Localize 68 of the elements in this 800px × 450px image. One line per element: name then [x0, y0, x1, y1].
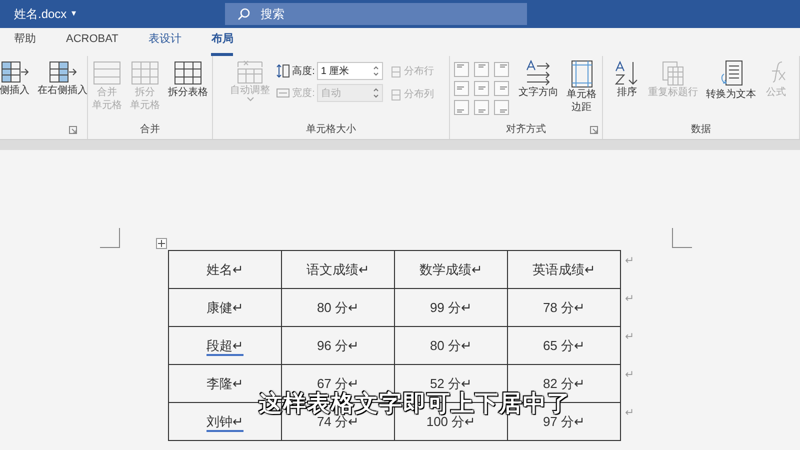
dialog-launcher-icon[interactable] [590, 126, 598, 134]
crop-mark-icon [100, 228, 120, 248]
field-label: 宽度: [292, 86, 315, 100]
table-cell: 段超↵ [169, 327, 282, 365]
distribute-icon [390, 66, 401, 78]
dialog-launcher-icon[interactable] [69, 126, 77, 134]
table-move-handle-icon[interactable] [156, 238, 167, 249]
align-cell-icon[interactable] [454, 81, 468, 96]
align-cell-icon[interactable] [494, 62, 508, 77]
end-of-row-mark: ↵ [625, 368, 634, 383]
search-field[interactable]: 搜索 [224, 3, 527, 25]
table-grid-icon [174, 60, 202, 86]
align-cell-icon[interactable] [454, 62, 468, 77]
table-cell: 语文成绩↵ [282, 251, 395, 289]
table-cell: 80 分↵ [395, 327, 508, 365]
field-label: 高度: [292, 64, 315, 78]
table-cell: 姓名↵ [169, 251, 282, 289]
table-autofit-icon [236, 60, 264, 84]
end-of-row-mark: ↵ [625, 254, 634, 269]
align-cell-icon[interactable] [494, 100, 508, 115]
align-cell-icon[interactable] [454, 100, 468, 115]
ribbon-tab[interactable]: 帮助 [14, 30, 36, 56]
row-height-icon [276, 64, 290, 78]
sort-icon [614, 60, 640, 86]
distribute-icon [390, 88, 401, 100]
spinner-arrows-icon [372, 87, 379, 99]
table-cell: 78 分↵ [508, 289, 621, 327]
document-title: 姓名.docx [14, 6, 67, 23]
insert-column-icon [48, 60, 76, 84]
crop-mark-icon [672, 228, 692, 248]
repeat-header-icon [661, 60, 685, 86]
end-of-row-mark: ↵ [625, 406, 634, 421]
spinner-field[interactable]: 1 厘米 [316, 62, 383, 80]
table-cell: 80 分↵ [282, 289, 395, 327]
group-label: 合并 [140, 122, 160, 136]
ribbon-tab[interactable]: ACROBAT [66, 30, 118, 56]
cell-margins-icon [570, 60, 594, 88]
insert-column-icon [0, 60, 28, 84]
table-cell: 65 分↵ [508, 327, 621, 365]
align-cell-icon[interactable] [474, 100, 488, 115]
table-cell: 99 分↵ [395, 289, 508, 327]
column-width-icon [276, 86, 290, 100]
ribbon-button[interactable]: 单元格 边距 [564, 60, 598, 114]
end-of-row-mark: ↵ [625, 292, 634, 307]
align-cell-icon[interactable] [494, 81, 508, 96]
ribbon-button[interactable]: 拆分表格 [166, 60, 210, 99]
table-cell: 康健↵ [169, 289, 282, 327]
align-cell-icon[interactable] [474, 81, 488, 96]
spinner-arrows-icon [372, 65, 379, 77]
ribbon-button[interactable]: 文字方向 [516, 60, 560, 99]
table-cell: 数学成绩↵ [395, 251, 508, 289]
title-caret[interactable]: ▾ [72, 7, 77, 21]
ribbon-button[interactable]: 排序 [612, 60, 642, 99]
table-cell: 英语成绩↵ [508, 251, 621, 289]
ribbon-button[interactable]: 在右侧插入 [36, 60, 90, 97]
search-input[interactable]: 搜索 [260, 5, 461, 23]
ribbon-tab[interactable]: 表设计 [148, 30, 182, 56]
group-label: 对齐方式 [506, 122, 546, 136]
text-direction-icon [524, 60, 552, 86]
align-cell-icon[interactable] [474, 62, 488, 77]
table-cell: 96 分↵ [282, 327, 395, 365]
search-icon [236, 7, 251, 21]
group-label: 单元格大小 [306, 122, 356, 136]
table-grid-icon [93, 60, 121, 86]
ribbon-button[interactable]: 转换为文本 [704, 60, 758, 101]
table-grid-icon [131, 60, 159, 86]
group-label: 数据 [691, 122, 711, 136]
end-of-row-mark: ↵ [625, 330, 634, 345]
